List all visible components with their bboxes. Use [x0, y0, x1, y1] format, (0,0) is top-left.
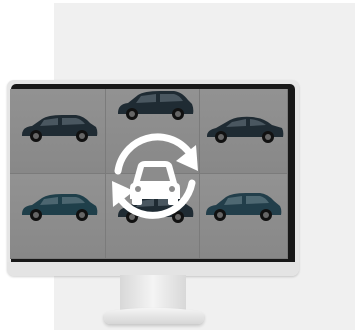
sedan-icon [207, 116, 284, 143]
monitor-screen [10, 89, 288, 259]
car-cell-3 [200, 89, 288, 174]
monitor-stand-base [104, 308, 204, 324]
car-cell-1 [10, 89, 106, 174]
suv-icon [206, 193, 282, 221]
monitor-stand-neck [120, 275, 186, 311]
car-cell-6 [200, 174, 288, 259]
suv-icon [22, 194, 98, 221]
car-cell-4 [10, 174, 106, 259]
monitor-chin [7, 262, 299, 276]
car-sync-icon [112, 133, 198, 219]
suv-icon [22, 115, 98, 142]
